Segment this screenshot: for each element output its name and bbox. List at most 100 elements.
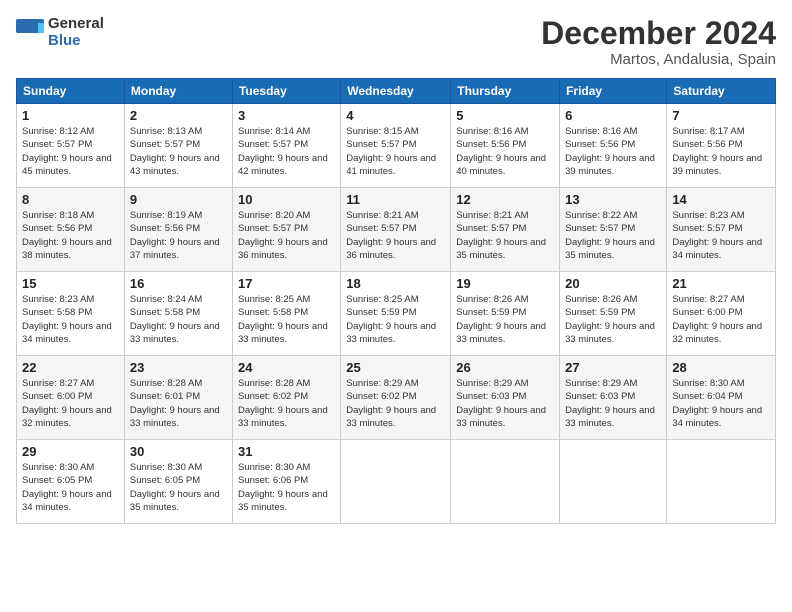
table-row: 28 Sunrise: 8:30 AMSunset: 6:04 PMDaylig… xyxy=(667,356,776,440)
day-number: 9 xyxy=(130,192,227,207)
day-number: 8 xyxy=(22,192,119,207)
table-row: 11 Sunrise: 8:21 AMSunset: 5:57 PMDaylig… xyxy=(341,188,451,272)
table-row: 3 Sunrise: 8:14 AMSunset: 5:57 PMDayligh… xyxy=(232,104,340,188)
table-row: 27 Sunrise: 8:29 AMSunset: 6:03 PMDaylig… xyxy=(560,356,667,440)
day-detail: Sunrise: 8:26 AMSunset: 5:59 PMDaylight:… xyxy=(565,294,655,345)
main-title: December 2024 xyxy=(541,16,776,51)
day-number: 29 xyxy=(22,444,119,459)
day-detail: Sunrise: 8:12 AMSunset: 5:57 PMDaylight:… xyxy=(22,126,112,177)
day-detail: Sunrise: 8:27 AMSunset: 6:00 PMDaylight:… xyxy=(22,378,112,429)
table-row: 5 Sunrise: 8:16 AMSunset: 5:56 PMDayligh… xyxy=(451,104,560,188)
day-detail: Sunrise: 8:25 AMSunset: 5:59 PMDaylight:… xyxy=(346,294,436,345)
table-row: 25 Sunrise: 8:29 AMSunset: 6:02 PMDaylig… xyxy=(341,356,451,440)
table-row: 9 Sunrise: 8:19 AMSunset: 5:56 PMDayligh… xyxy=(124,188,232,272)
day-number: 4 xyxy=(346,108,445,123)
title-block: December 2024 Martos, Andalusia, Spain xyxy=(541,16,776,68)
page-header: General Blue December 2024 Martos, Andal… xyxy=(16,16,776,68)
day-detail: Sunrise: 8:22 AMSunset: 5:57 PMDaylight:… xyxy=(565,210,655,261)
day-detail: Sunrise: 8:13 AMSunset: 5:57 PMDaylight:… xyxy=(130,126,220,177)
day-number: 15 xyxy=(22,276,119,291)
day-detail: Sunrise: 8:21 AMSunset: 5:57 PMDaylight:… xyxy=(346,210,436,261)
day-number: 7 xyxy=(672,108,770,123)
day-number: 10 xyxy=(238,192,335,207)
day-detail: Sunrise: 8:21 AMSunset: 5:57 PMDaylight:… xyxy=(456,210,546,261)
day-detail: Sunrise: 8:18 AMSunset: 5:56 PMDaylight:… xyxy=(22,210,112,261)
table-row: 12 Sunrise: 8:21 AMSunset: 5:57 PMDaylig… xyxy=(451,188,560,272)
day-detail: Sunrise: 8:23 AMSunset: 5:57 PMDaylight:… xyxy=(672,210,762,261)
table-row: 4 Sunrise: 8:15 AMSunset: 5:57 PMDayligh… xyxy=(341,104,451,188)
logo-general: General xyxy=(48,16,104,33)
day-number: 21 xyxy=(672,276,770,291)
day-number: 6 xyxy=(565,108,661,123)
day-number: 30 xyxy=(130,444,227,459)
table-row: 2 Sunrise: 8:13 AMSunset: 5:57 PMDayligh… xyxy=(124,104,232,188)
table-row: 6 Sunrise: 8:16 AMSunset: 5:56 PMDayligh… xyxy=(560,104,667,188)
table-row: 16 Sunrise: 8:24 AMSunset: 5:58 PMDaylig… xyxy=(124,272,232,356)
table-row: 26 Sunrise: 8:29 AMSunset: 6:03 PMDaylig… xyxy=(451,356,560,440)
header-sunday: Sunday xyxy=(17,79,125,104)
day-detail: Sunrise: 8:29 AMSunset: 6:03 PMDaylight:… xyxy=(456,378,546,429)
day-number: 11 xyxy=(346,192,445,207)
day-detail: Sunrise: 8:27 AMSunset: 6:00 PMDaylight:… xyxy=(672,294,762,345)
day-number: 28 xyxy=(672,360,770,375)
day-detail: Sunrise: 8:19 AMSunset: 5:56 PMDaylight:… xyxy=(130,210,220,261)
logo-text: General Blue xyxy=(48,16,104,49)
table-row: 31 Sunrise: 8:30 AMSunset: 6:06 PMDaylig… xyxy=(232,440,340,524)
day-number: 27 xyxy=(565,360,661,375)
table-row: 20 Sunrise: 8:26 AMSunset: 5:59 PMDaylig… xyxy=(560,272,667,356)
calendar-table: Sunday Monday Tuesday Wednesday Thursday… xyxy=(16,78,776,524)
table-row: 24 Sunrise: 8:28 AMSunset: 6:02 PMDaylig… xyxy=(232,356,340,440)
day-number: 25 xyxy=(346,360,445,375)
table-row xyxy=(341,440,451,524)
subtitle: Martos, Andalusia, Spain xyxy=(541,51,776,68)
table-row: 30 Sunrise: 8:30 AMSunset: 6:05 PMDaylig… xyxy=(124,440,232,524)
page-container: General Blue December 2024 Martos, Andal… xyxy=(0,0,792,612)
header-wednesday: Wednesday xyxy=(341,79,451,104)
day-detail: Sunrise: 8:16 AMSunset: 5:56 PMDaylight:… xyxy=(456,126,546,177)
day-detail: Sunrise: 8:15 AMSunset: 5:57 PMDaylight:… xyxy=(346,126,436,177)
header-saturday: Saturday xyxy=(667,79,776,104)
logo-icon xyxy=(16,19,44,47)
day-number: 3 xyxy=(238,108,335,123)
table-row xyxy=(667,440,776,524)
day-number: 22 xyxy=(22,360,119,375)
day-detail: Sunrise: 8:28 AMSunset: 6:01 PMDaylight:… xyxy=(130,378,220,429)
table-row: 21 Sunrise: 8:27 AMSunset: 6:00 PMDaylig… xyxy=(667,272,776,356)
table-row: 15 Sunrise: 8:23 AMSunset: 5:58 PMDaylig… xyxy=(17,272,125,356)
day-detail: Sunrise: 8:17 AMSunset: 5:56 PMDaylight:… xyxy=(672,126,762,177)
table-row: 29 Sunrise: 8:30 AMSunset: 6:05 PMDaylig… xyxy=(17,440,125,524)
day-number: 17 xyxy=(238,276,335,291)
day-number: 24 xyxy=(238,360,335,375)
table-row: 7 Sunrise: 8:17 AMSunset: 5:56 PMDayligh… xyxy=(667,104,776,188)
day-detail: Sunrise: 8:29 AMSunset: 6:03 PMDaylight:… xyxy=(565,378,655,429)
day-detail: Sunrise: 8:30 AMSunset: 6:04 PMDaylight:… xyxy=(672,378,762,429)
day-detail: Sunrise: 8:28 AMSunset: 6:02 PMDaylight:… xyxy=(238,378,328,429)
day-number: 2 xyxy=(130,108,227,123)
calendar-header-row: Sunday Monday Tuesday Wednesday Thursday… xyxy=(17,79,776,104)
table-row: 1 Sunrise: 8:12 AMSunset: 5:57 PMDayligh… xyxy=(17,104,125,188)
day-number: 20 xyxy=(565,276,661,291)
day-detail: Sunrise: 8:25 AMSunset: 5:58 PMDaylight:… xyxy=(238,294,328,345)
day-number: 14 xyxy=(672,192,770,207)
header-tuesday: Tuesday xyxy=(232,79,340,104)
table-row: 14 Sunrise: 8:23 AMSunset: 5:57 PMDaylig… xyxy=(667,188,776,272)
day-detail: Sunrise: 8:16 AMSunset: 5:56 PMDaylight:… xyxy=(565,126,655,177)
day-detail: Sunrise: 8:23 AMSunset: 5:58 PMDaylight:… xyxy=(22,294,112,345)
table-row xyxy=(560,440,667,524)
calendar-week-row: 29 Sunrise: 8:30 AMSunset: 6:05 PMDaylig… xyxy=(17,440,776,524)
day-number: 16 xyxy=(130,276,227,291)
logo: General Blue xyxy=(16,16,104,49)
day-detail: Sunrise: 8:24 AMSunset: 5:58 PMDaylight:… xyxy=(130,294,220,345)
table-row: 8 Sunrise: 8:18 AMSunset: 5:56 PMDayligh… xyxy=(17,188,125,272)
header-friday: Friday xyxy=(560,79,667,104)
table-row: 10 Sunrise: 8:20 AMSunset: 5:57 PMDaylig… xyxy=(232,188,340,272)
header-monday: Monday xyxy=(124,79,232,104)
day-number: 26 xyxy=(456,360,554,375)
day-number: 5 xyxy=(456,108,554,123)
table-row: 18 Sunrise: 8:25 AMSunset: 5:59 PMDaylig… xyxy=(341,272,451,356)
day-detail: Sunrise: 8:29 AMSunset: 6:02 PMDaylight:… xyxy=(346,378,436,429)
table-row xyxy=(451,440,560,524)
table-row: 19 Sunrise: 8:26 AMSunset: 5:59 PMDaylig… xyxy=(451,272,560,356)
day-detail: Sunrise: 8:20 AMSunset: 5:57 PMDaylight:… xyxy=(238,210,328,261)
day-number: 31 xyxy=(238,444,335,459)
